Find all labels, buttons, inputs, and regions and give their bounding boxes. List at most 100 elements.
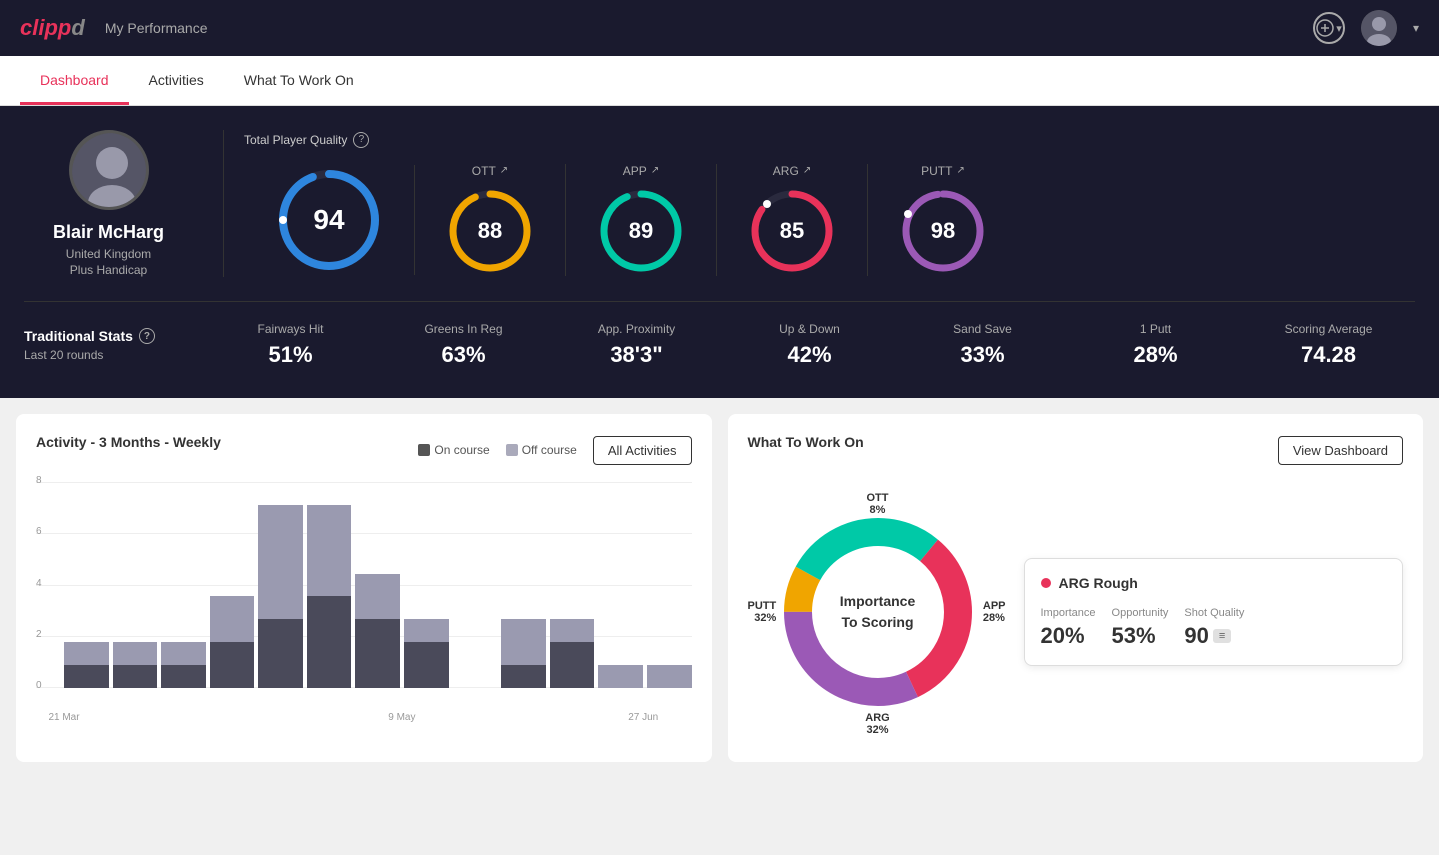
legend-on-course: On course bbox=[418, 443, 489, 457]
putt-value: 98 bbox=[931, 218, 955, 244]
bar-on-6 bbox=[355, 619, 400, 688]
wtwo-content: Importance To Scoring OTT 8% APP 28% ARG… bbox=[748, 482, 1404, 742]
app-logo[interactable]: clippd bbox=[20, 15, 85, 41]
bar-group-7 bbox=[404, 482, 449, 688]
trad-help-icon[interactable]: ? bbox=[139, 328, 155, 344]
wtwo-title: What To Work On bbox=[748, 434, 864, 450]
add-button[interactable]: ▾ bbox=[1313, 12, 1345, 44]
ott-donut-label: OTT 8% bbox=[867, 492, 889, 516]
stat-updown-label: Up & Down bbox=[723, 322, 896, 336]
stat-greens-label: Greens In Reg bbox=[377, 322, 550, 336]
ott-arrow: ↗ bbox=[500, 165, 508, 176]
stat-oneputt: 1 Putt 28% bbox=[1069, 322, 1242, 368]
stat-scoring: Scoring Average 74.28 bbox=[1242, 322, 1415, 368]
app-header: clippd My Performance ▾ ▾ bbox=[0, 0, 1439, 56]
tab-what-to-work-on[interactable]: What To Work On bbox=[224, 56, 374, 105]
chart-area: 8 6 4 2 0 21 Mar9 May27 J bbox=[36, 482, 692, 712]
stat-proximity-value: 38'3" bbox=[550, 342, 723, 368]
bar-group-5 bbox=[307, 482, 352, 688]
stat-scoring-value: 74.28 bbox=[1242, 342, 1415, 368]
stat-proximity: App. Proximity 38'3" bbox=[550, 322, 723, 368]
gauge-ott: 88 bbox=[445, 186, 535, 276]
metric-importance-value: 20% bbox=[1041, 623, 1096, 649]
stat-fairways-value: 51% bbox=[204, 342, 377, 368]
trad-title: Traditional Stats ? bbox=[24, 328, 204, 344]
score-putt: PUTT ↗ 98 bbox=[868, 164, 1018, 276]
chart-header: Activity - 3 Months - Weekly On course O… bbox=[36, 434, 692, 466]
tab-activities[interactable]: Activities bbox=[129, 56, 224, 105]
bar-off-4 bbox=[258, 505, 303, 619]
wtwo-header: What To Work On View Dashboard bbox=[748, 434, 1404, 466]
bar-off-6 bbox=[355, 574, 400, 620]
donut-center-label: Importance To Scoring bbox=[840, 591, 915, 633]
player-name: Blair McHarg bbox=[53, 222, 164, 243]
bottom-panels: Activity - 3 Months - Weekly On course O… bbox=[0, 398, 1439, 778]
chart-legend: On course Off course bbox=[418, 443, 577, 457]
bar-off-2 bbox=[161, 642, 206, 665]
arg-donut-label: ARG 32% bbox=[865, 712, 889, 736]
gauge-tpq: 94 bbox=[274, 165, 384, 275]
player-handicap: Plus Handicap bbox=[70, 263, 147, 277]
bar-on-1 bbox=[113, 665, 158, 688]
stat-greens: Greens In Reg 63% bbox=[377, 322, 550, 368]
arg-arrow: ↗ bbox=[803, 165, 811, 176]
view-dashboard-button[interactable]: View Dashboard bbox=[1278, 436, 1403, 465]
bar-off-11 bbox=[598, 665, 643, 688]
bar-on-0 bbox=[64, 665, 109, 688]
header-title: My Performance bbox=[105, 20, 208, 36]
traditional-stats: Traditional Stats ? Last 20 rounds Fairw… bbox=[24, 301, 1415, 368]
tpq-value: 94 bbox=[313, 204, 344, 236]
stat-sandsave-label: Sand Save bbox=[896, 322, 1069, 336]
bar-on-3 bbox=[210, 642, 255, 688]
grid-label-0: 0 bbox=[36, 680, 42, 691]
tpq-label: Total Player Quality ? bbox=[244, 132, 1018, 148]
ott-label: OTT ↗ bbox=[472, 164, 508, 178]
bar-group-1 bbox=[113, 482, 158, 688]
bar-on-4 bbox=[258, 619, 303, 688]
bar-off-10 bbox=[550, 619, 595, 642]
metric-opportunity-value: 53% bbox=[1112, 623, 1169, 649]
grid-label-2: 2 bbox=[36, 629, 42, 640]
stat-greens-value: 63% bbox=[377, 342, 550, 368]
stat-sandsave-value: 33% bbox=[896, 342, 1069, 368]
stat-scoring-label: Scoring Average bbox=[1242, 322, 1415, 336]
bar-group-9 bbox=[501, 482, 546, 688]
info-card: ARG Rough Importance 20% Opportunity 53%… bbox=[1024, 558, 1404, 666]
stat-sandsave: Sand Save 33% bbox=[896, 322, 1069, 368]
legend-on-course-dot bbox=[418, 444, 430, 456]
user-avatar-button[interactable] bbox=[1361, 10, 1397, 46]
legend-off-course: Off course bbox=[506, 443, 577, 457]
main-tabs: Dashboard Activities What To Work On bbox=[0, 56, 1439, 106]
x-label-0: 21 Mar bbox=[48, 712, 79, 723]
add-chevron: ▾ bbox=[1336, 22, 1342, 35]
stat-fairways-label: Fairways Hit bbox=[204, 322, 377, 336]
app-donut-label: APP 28% bbox=[983, 600, 1006, 624]
tab-dashboard[interactable]: Dashboard bbox=[20, 56, 129, 105]
x-label-4: 27 Jun bbox=[628, 712, 658, 723]
bar-off-12 bbox=[647, 665, 692, 688]
hero-top: Blair McHarg United Kingdom Plus Handica… bbox=[24, 130, 1415, 277]
ott-value: 88 bbox=[478, 218, 502, 244]
all-activities-button[interactable]: All Activities bbox=[593, 436, 692, 465]
bar-off-7 bbox=[404, 619, 449, 642]
avatar-chevron: ▾ bbox=[1413, 21, 1419, 35]
activity-panel: Activity - 3 Months - Weekly On course O… bbox=[16, 414, 712, 762]
putt-donut-label: PUTT 32% bbox=[748, 600, 777, 624]
app-value: 89 bbox=[629, 218, 653, 244]
grid-label-8: 8 bbox=[36, 475, 42, 486]
chart-title: Activity - 3 Months - Weekly bbox=[36, 434, 221, 450]
wtwo-panel: What To Work On View Dashboard bbox=[728, 414, 1424, 762]
bar-group-6 bbox=[355, 482, 400, 688]
bar-group-4 bbox=[258, 482, 303, 688]
bar-group-12 bbox=[647, 482, 692, 688]
putt-label: PUTT ↗ bbox=[921, 164, 965, 178]
scores-section: Total Player Quality ? 94 bbox=[224, 132, 1415, 276]
bar-group-0 bbox=[64, 482, 109, 688]
metric-shot-quality-value: 90 bbox=[1184, 623, 1208, 649]
tpq-help-icon[interactable]: ? bbox=[353, 132, 369, 148]
tpq-container: Total Player Quality ? 94 bbox=[244, 132, 1018, 276]
stat-fairways: Fairways Hit 51% bbox=[204, 322, 377, 368]
stat-updown-value: 42% bbox=[723, 342, 896, 368]
gauge-app: 89 bbox=[596, 186, 686, 276]
bar-on-10 bbox=[550, 642, 595, 688]
